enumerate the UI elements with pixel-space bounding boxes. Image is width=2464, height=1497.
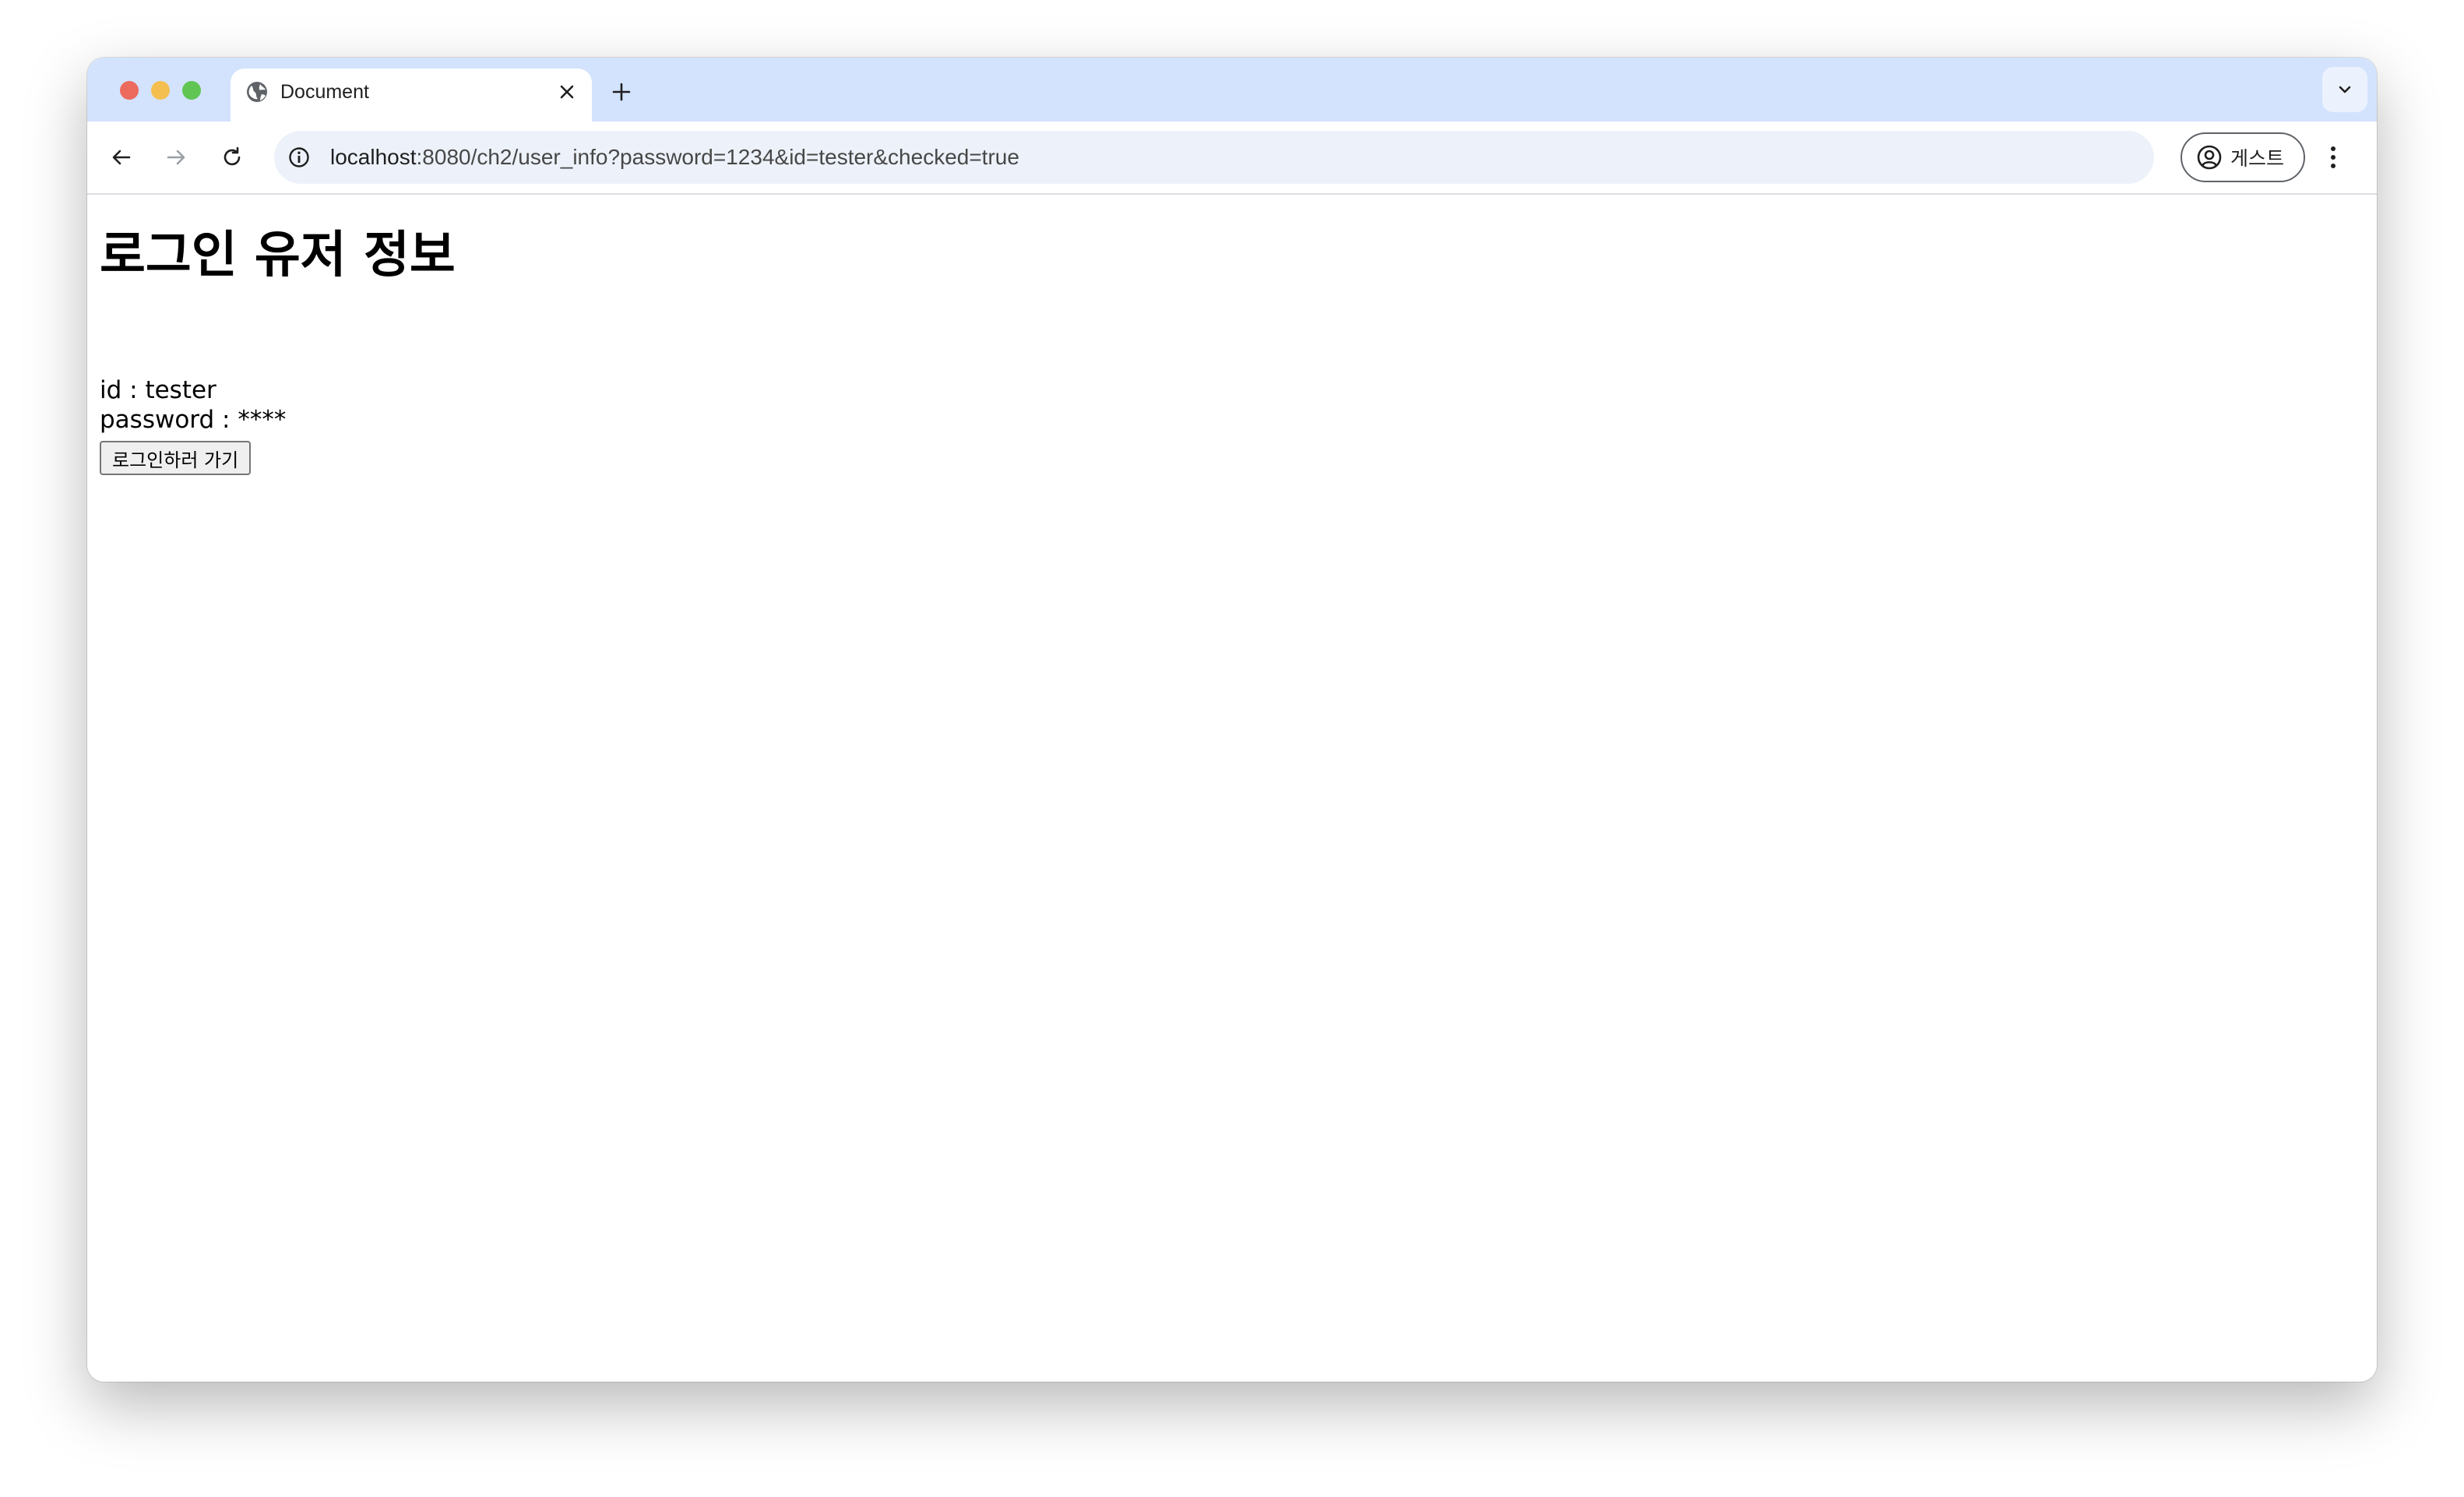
toolbar: localhost:8080/ch2/user_info?password=12… (87, 122, 2377, 195)
back-button[interactable] (103, 139, 140, 176)
profile-button[interactable]: 게스트 (2181, 132, 2305, 182)
info-icon[interactable] (285, 143, 313, 171)
tab-strip: Document (87, 58, 2377, 122)
zoom-window-button[interactable] (182, 81, 201, 100)
reload-button[interactable] (213, 139, 251, 176)
close-icon[interactable] (553, 78, 581, 106)
profile-label: 게스트 (2230, 148, 2285, 170)
url-text: localhost:8080/ch2/user_info?password=12… (330, 143, 1019, 171)
user-id-text: id : tester (100, 376, 216, 404)
new-tab-button[interactable] (604, 75, 639, 109)
page-content: 로그인 유저 정보 id : tester password : **** 로그… (87, 195, 2377, 1382)
plus-icon (612, 83, 631, 101)
address-bar[interactable]: localhost:8080/ch2/user_info?password=12… (274, 131, 2154, 184)
close-window-button[interactable] (120, 81, 139, 100)
go-to-login-button[interactable]: 로그인하러 가기 (100, 441, 252, 475)
menu-button[interactable] (2314, 139, 2352, 176)
arrow-right-icon (167, 150, 185, 165)
user-password-text: password : **** (100, 406, 287, 434)
arrow-left-icon (112, 150, 131, 165)
globe-icon (245, 79, 269, 104)
tab-document[interactable]: Document (231, 69, 592, 122)
account-icon (2196, 144, 2223, 171)
reload-icon (224, 146, 241, 166)
url-host: localhost (330, 145, 417, 169)
tab-title: Document (280, 81, 369, 103)
chevron-down-icon (2339, 86, 2351, 93)
forward-button[interactable] (157, 139, 195, 176)
url-path: :8080/ch2/user_info?password=1234&id=tes… (416, 145, 1019, 169)
tab-search-button[interactable] (2322, 67, 2367, 112)
more-vert-icon (2331, 146, 2336, 168)
minimize-window-button[interactable] (151, 81, 170, 100)
page-title: 로그인 유저 정보 (100, 227, 456, 284)
browser-window: Document localhost:8080/ch2/user_info?pa… (87, 58, 2377, 1382)
window-controls (120, 81, 201, 100)
